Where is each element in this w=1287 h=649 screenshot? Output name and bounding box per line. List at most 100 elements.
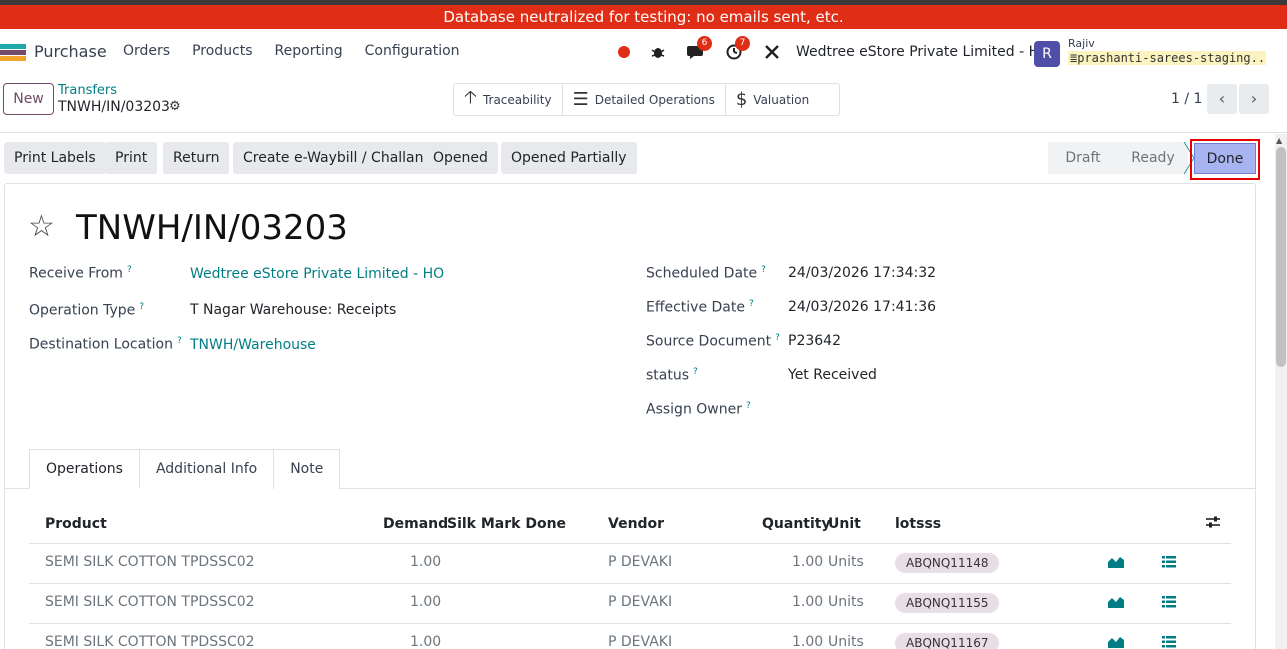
effective-date-value[interactable]: 24/03/2026 17:41:36	[788, 299, 936, 315]
row3-unit[interactable]: Units	[828, 634, 864, 649]
user-name[interactable]: Rajiv	[1068, 37, 1095, 50]
opened-button[interactable]: Opened	[423, 142, 498, 174]
breadcrumb-transfers[interactable]: Transfers	[58, 83, 117, 98]
star-icon[interactable]: ☆	[28, 210, 55, 244]
row1-vendor[interactable]: P DEVAKI	[608, 554, 672, 570]
row3-forecast-chart-icon[interactable]	[1108, 636, 1124, 649]
print-labels-button[interactable]: Print Labels	[4, 142, 106, 174]
label-text: Destination Location	[29, 336, 173, 353]
status-value[interactable]: Yet Received	[788, 367, 877, 383]
label-text: Source Document	[646, 333, 772, 350]
help-icon[interactable]: ?	[746, 401, 751, 411]
label-source-document: Source Document?	[646, 333, 780, 350]
row3-demand[interactable]: 1.00	[410, 634, 441, 649]
row1-details-list-icon[interactable]	[1162, 556, 1176, 572]
row1-product[interactable]: SEMI SILK COTTON TPDSSC02	[45, 554, 255, 570]
label-operation-type: Operation Type?	[29, 302, 144, 319]
row3-product[interactable]: SEMI SILK COTTON TPDSSC02	[45, 634, 255, 649]
pager-previous-button[interactable]: ‹	[1207, 84, 1237, 114]
scrollbar-thumb[interactable]	[1276, 147, 1286, 367]
help-icon[interactable]: ?	[775, 333, 780, 343]
menu-configuration[interactable]: Configuration	[365, 43, 460, 59]
scroll-up-arrow-icon[interactable]: ▲	[1276, 136, 1282, 145]
row1-quantity[interactable]: 1.00	[792, 554, 823, 570]
stage-draft[interactable]: Draft	[1048, 142, 1118, 174]
row1-lot-tag[interactable]: ABQNQ11148	[895, 553, 1000, 573]
scheduled-date-value[interactable]: 24/03/2026 17:34:32	[788, 265, 936, 281]
status-bar: Print Labels Print Return Create e-Waybi…	[0, 134, 1275, 182]
row1-forecast-chart-icon[interactable]	[1108, 556, 1124, 572]
chevron-left-icon: ‹	[1218, 89, 1226, 108]
row3-details-list-icon[interactable]	[1162, 636, 1176, 649]
help-icon[interactable]: ?	[761, 265, 766, 275]
bug-icon[interactable]	[648, 42, 668, 62]
row2-vendor[interactable]: P DEVAKI	[608, 594, 672, 610]
pager-value[interactable]: 1 / 1	[1171, 91, 1202, 107]
row-divider	[29, 583, 1231, 584]
detailed-operations-button[interactable]: ☰ Detailed Operations	[563, 84, 726, 115]
new-button[interactable]: New	[3, 83, 54, 115]
row2-details-list-icon[interactable]	[1162, 596, 1176, 612]
source-document-value[interactable]: P23642	[788, 333, 841, 349]
record-dot-icon[interactable]	[618, 46, 630, 58]
pager-next-button[interactable]: ›	[1239, 84, 1269, 114]
row2-product[interactable]: SEMI SILK COTTON TPDSSC02	[45, 594, 255, 610]
row2-demand[interactable]: 1.00	[410, 594, 441, 610]
label-text: Assign Owner	[646, 401, 742, 418]
help-icon[interactable]: ?	[139, 302, 144, 312]
record-title: TNWH/IN/03203	[76, 208, 348, 248]
label-destination-location: Destination Location?	[29, 336, 182, 353]
column-settings-icon[interactable]	[1206, 516, 1220, 532]
row2-unit[interactable]: Units	[828, 594, 864, 610]
label-assign-owner: Assign Owner?	[646, 401, 751, 418]
receive-from-value[interactable]: Wedtree eStore Private Limited - HO	[190, 266, 444, 282]
return-button[interactable]: Return	[163, 142, 230, 174]
row3-lot-tag[interactable]: ABQNQ11167	[895, 633, 1000, 649]
activity-clock-icon[interactable]: 7	[724, 36, 750, 62]
systray: 6 7 Wedtree eStore Private Limited - HO	[612, 36, 1050, 67]
row2-forecast-chart-icon[interactable]	[1108, 596, 1124, 612]
menu-products[interactable]: Products	[192, 43, 252, 59]
row2-quantity[interactable]: 1.00	[792, 594, 823, 610]
operation-type-value[interactable]: T Nagar Warehouse: Receipts	[190, 302, 396, 318]
col-vendor[interactable]: Vendor	[608, 516, 664, 532]
menu-orders[interactable]: Orders	[123, 43, 170, 59]
col-quantity[interactable]: Quantity	[762, 516, 831, 532]
valuation-button[interactable]: $ Valuation	[726, 84, 839, 115]
row2-lot-tag[interactable]: ABQNQ11155	[895, 593, 1000, 613]
list-icon: ☰	[572, 89, 589, 110]
help-icon[interactable]: ?	[127, 265, 132, 275]
create-ewaybill-button[interactable]: Create e-Waybill / Challan	[233, 142, 434, 174]
row3-quantity[interactable]: 1.00	[792, 634, 823, 649]
app-name[interactable]: Purchase	[34, 42, 107, 61]
col-product[interactable]: Product	[45, 516, 107, 532]
apps-menu-icon[interactable]	[0, 44, 26, 61]
chevron-right-icon: ›	[1250, 89, 1258, 108]
col-unit[interactable]: Unit	[828, 516, 861, 532]
row1-demand[interactable]: 1.00	[410, 554, 441, 570]
label-scheduled-date: Scheduled Date?	[646, 265, 766, 282]
help-icon[interactable]: ?	[177, 336, 182, 346]
help-icon[interactable]: ?	[693, 367, 698, 377]
col-lots[interactable]: lotsss	[895, 516, 941, 532]
smart-buttons: 🡡 Traceability ☰ Detailed Operations $ V…	[453, 83, 841, 116]
opened-partially-button[interactable]: Opened Partially	[501, 142, 637, 174]
tab-note[interactable]: Note	[273, 449, 341, 489]
destination-location-value[interactable]: TNWH/Warehouse	[190, 337, 316, 353]
help-icon[interactable]: ?	[749, 299, 754, 309]
stage-ready[interactable]: Ready	[1118, 142, 1188, 174]
tab-additional-info[interactable]: Additional Info	[138, 449, 275, 489]
chat-icon[interactable]: 6	[686, 36, 712, 62]
traceability-button[interactable]: 🡡 Traceability	[454, 84, 563, 115]
gear-icon[interactable]: ⚙	[169, 99, 181, 114]
col-silk-mark-done[interactable]: Silk Mark Done	[447, 516, 566, 532]
company-switcher[interactable]: Wedtree eStore Private Limited - HO	[796, 44, 1050, 60]
tab-operations[interactable]: Operations	[29, 449, 140, 489]
row1-unit[interactable]: Units	[828, 554, 864, 570]
print-button[interactable]: Print	[105, 142, 158, 174]
col-demand[interactable]: Demand	[383, 516, 448, 532]
tools-icon[interactable]	[762, 42, 782, 62]
row3-vendor[interactable]: P DEVAKI	[608, 634, 672, 649]
user-avatar[interactable]: R	[1034, 41, 1060, 67]
menu-reporting[interactable]: Reporting	[275, 43, 343, 59]
